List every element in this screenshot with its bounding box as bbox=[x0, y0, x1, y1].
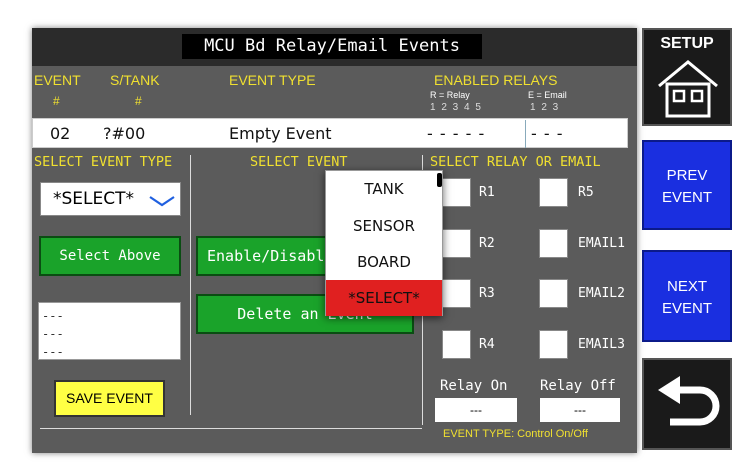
enable-disable-button[interactable]: Enable/Disable bbox=[196, 236, 336, 276]
textbox-line: --- bbox=[42, 309, 64, 323]
checkbox-r1-label: R1 bbox=[479, 185, 495, 200]
checkbox-r4[interactable] bbox=[442, 330, 471, 359]
section-select-relay-email: SELECT RELAY OR EMAIL bbox=[430, 154, 601, 170]
relay-numbers: 1 2 3 4 5 bbox=[430, 102, 481, 113]
checkbox-email3[interactable] bbox=[539, 330, 568, 359]
section-select-event: SELECT EVENT bbox=[250, 154, 348, 170]
home-icon bbox=[658, 60, 718, 118]
event-relays: - - - - - bbox=[427, 124, 485, 143]
checkbox-email1-label: EMAIL1 bbox=[578, 236, 625, 251]
row-divider bbox=[525, 120, 526, 148]
event-type-select-value: *SELECT* bbox=[53, 189, 134, 209]
email-numbers: 1 2 3 bbox=[530, 102, 559, 113]
setup-button[interactable]: SETUP bbox=[642, 28, 732, 126]
checkbox-r2-label: R2 bbox=[479, 236, 495, 251]
page-title: MCU Bd Relay/Email Events bbox=[182, 34, 482, 59]
next-label-2: EVENT bbox=[661, 300, 712, 317]
checkbox-email1[interactable] bbox=[539, 229, 568, 258]
setup-label: SETUP bbox=[660, 35, 714, 52]
dropdown-item-board[interactable]: BOARD bbox=[326, 244, 442, 280]
dropdown-item-sensor[interactable]: SENSOR bbox=[326, 208, 442, 244]
checkbox-r4-label: R4 bbox=[479, 337, 495, 352]
chevron-down-icon bbox=[149, 196, 175, 207]
dropdown-scrollbar[interactable] bbox=[437, 173, 442, 187]
header-event-sub: # bbox=[53, 94, 60, 108]
header-stank: S/TANK bbox=[110, 72, 160, 88]
header-event: EVENT bbox=[34, 72, 81, 88]
checkbox-r5[interactable] bbox=[539, 178, 568, 207]
event-notes-textbox[interactable]: --- --- --- bbox=[38, 302, 181, 360]
next-label-1: NEXT bbox=[666, 278, 707, 295]
checkbox-r2[interactable] bbox=[442, 229, 471, 258]
event-number: 02 bbox=[50, 124, 71, 143]
textbox-line: --- bbox=[42, 327, 64, 341]
relay-off-label: Relay Off bbox=[540, 378, 616, 394]
checkbox-email2[interactable] bbox=[539, 279, 568, 308]
textbox-line: --- bbox=[42, 345, 64, 359]
relay-on-label: Relay On bbox=[440, 378, 508, 394]
checkbox-r1[interactable] bbox=[442, 178, 471, 207]
prev-label-1: PREV bbox=[666, 167, 708, 184]
event-tank: ?#00 bbox=[103, 124, 146, 143]
relay-on-field[interactable]: --- bbox=[435, 398, 517, 422]
checkbox-email3-label: EMAIL3 bbox=[578, 337, 625, 352]
checkbox-r3[interactable] bbox=[442, 279, 471, 308]
prev-label-2: EVENT bbox=[661, 189, 712, 206]
save-event-button[interactable]: SAVE EVENT bbox=[54, 380, 165, 417]
event-type-footer: EVENT TYPE: Control On/Off bbox=[443, 428, 588, 440]
select-above-button[interactable]: Select Above bbox=[39, 236, 181, 276]
checkbox-r3-label: R3 bbox=[479, 286, 495, 301]
divider-bottom bbox=[40, 428, 422, 429]
back-button[interactable] bbox=[642, 358, 732, 450]
header-stank-sub: # bbox=[135, 94, 142, 108]
dropdown-item-tank[interactable]: TANK bbox=[326, 171, 442, 207]
event-type-value: Empty Event bbox=[229, 124, 332, 143]
event-type-select[interactable]: *SELECT* bbox=[40, 182, 181, 216]
event-type-dropdown: TANK SENSOR BOARD *SELECT* bbox=[325, 170, 443, 316]
back-arrow-icon bbox=[658, 376, 720, 426]
relay-off-field[interactable]: --- bbox=[540, 398, 620, 422]
relay-legend: R = Relay bbox=[430, 90, 470, 100]
header-enabled-relays: ENABLED RELAYS bbox=[434, 72, 558, 88]
prev-event-button[interactable]: PREV EVENT bbox=[642, 140, 732, 230]
email-legend: E = Email bbox=[528, 90, 567, 100]
section-select-event-type: SELECT EVENT TYPE bbox=[34, 154, 173, 170]
header-event-type: EVENT TYPE bbox=[229, 72, 316, 88]
divider-left bbox=[190, 155, 191, 415]
next-event-button[interactable]: NEXT EVENT bbox=[642, 250, 732, 342]
checkbox-email2-label: EMAIL2 bbox=[578, 286, 625, 301]
event-emails: - - - bbox=[531, 124, 563, 143]
dropdown-item-select[interactable]: *SELECT* bbox=[326, 280, 442, 316]
checkbox-r5-label: R5 bbox=[578, 185, 594, 200]
